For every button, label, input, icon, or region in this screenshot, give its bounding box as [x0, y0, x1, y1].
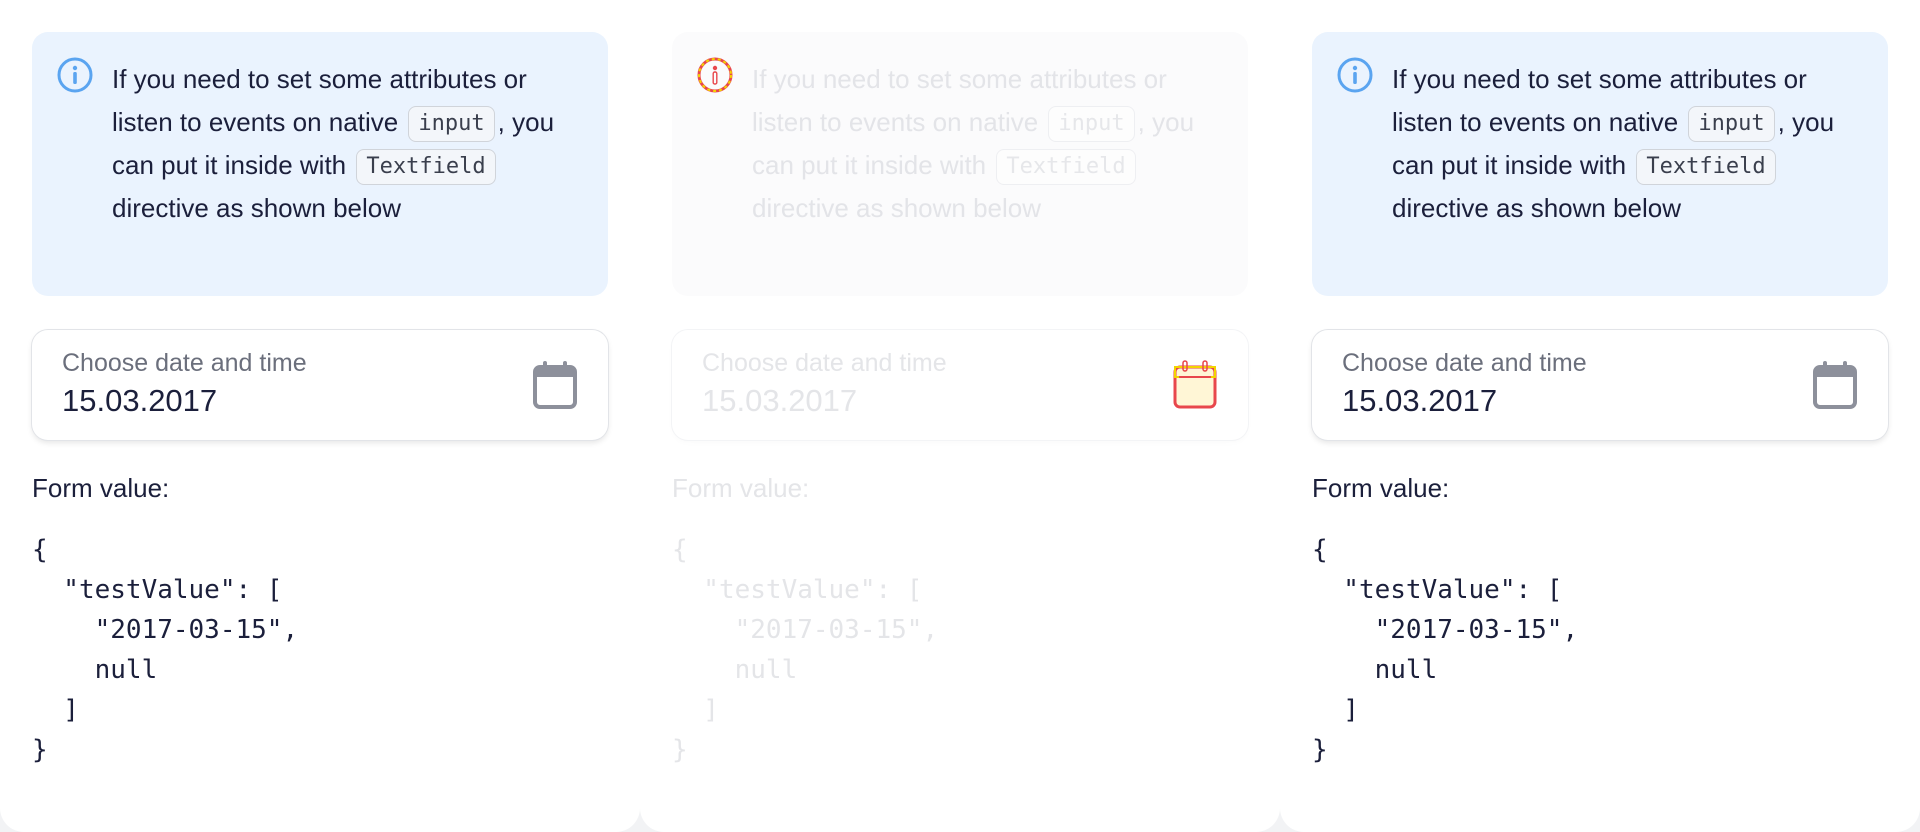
info-notification: If you need to set some attributes or li…: [32, 32, 608, 296]
form-value-label: Form value:: [32, 473, 170, 503]
code-textfield: Textfield: [1636, 149, 1776, 186]
date-time-input[interactable]: Choose date and time 15.03.2017: [32, 330, 608, 440]
date-time-input[interactable]: Choose date and time 15.03.2017: [672, 330, 1248, 440]
panel-right: If you need to set some attributes or li…: [1280, 0, 1920, 832]
notice-text: directive as shown below: [752, 193, 1042, 223]
calendar-icon[interactable]: [1172, 360, 1218, 410]
calendar-icon[interactable]: [532, 360, 578, 410]
notice-text: directive as shown below: [1392, 193, 1682, 223]
info-notification: If you need to set some attributes or li…: [672, 32, 1248, 296]
form-value-json: { "testValue": [ "2017-03-15", null ] }: [1312, 535, 1579, 765]
form-value-label: Form value:: [1312, 473, 1450, 503]
field-label: Choose date and time: [702, 349, 947, 377]
info-circle-icon: [1337, 57, 1373, 93]
field-value[interactable]: 15.03.2017: [702, 380, 1248, 422]
form-value-json: { "testValue": [ "2017-03-15", null ] }: [32, 535, 299, 765]
calendar-icon[interactable]: [1812, 360, 1858, 410]
field-label: Choose date and time: [62, 349, 307, 377]
info-circle-icon: [57, 57, 93, 93]
code-input: input: [408, 106, 495, 143]
field-label: Choose date and time: [1342, 349, 1587, 377]
panel-middle: If you need to set some attributes or li…: [640, 0, 1280, 832]
form-value-json: { "testValue": [ "2017-03-15", null ] }: [672, 535, 939, 765]
notice-text: directive as shown below: [112, 193, 402, 223]
code-input: input: [1048, 106, 1135, 143]
form-value-label: Form value:: [672, 473, 810, 503]
comparison-stage: If you need to set some attributes or li…: [0, 0, 1920, 832]
code-textfield: Textfield: [356, 149, 496, 186]
info-circle-icon: [697, 57, 733, 93]
date-time-input[interactable]: Choose date and time 15.03.2017: [1312, 330, 1888, 440]
field-value[interactable]: 15.03.2017: [62, 380, 608, 422]
panel-left: If you need to set some attributes or li…: [0, 0, 640, 832]
code-textfield: Textfield: [996, 149, 1136, 186]
info-notification: If you need to set some attributes or li…: [1312, 32, 1888, 296]
field-value[interactable]: 15.03.2017: [1342, 380, 1888, 422]
code-input: input: [1688, 106, 1775, 143]
